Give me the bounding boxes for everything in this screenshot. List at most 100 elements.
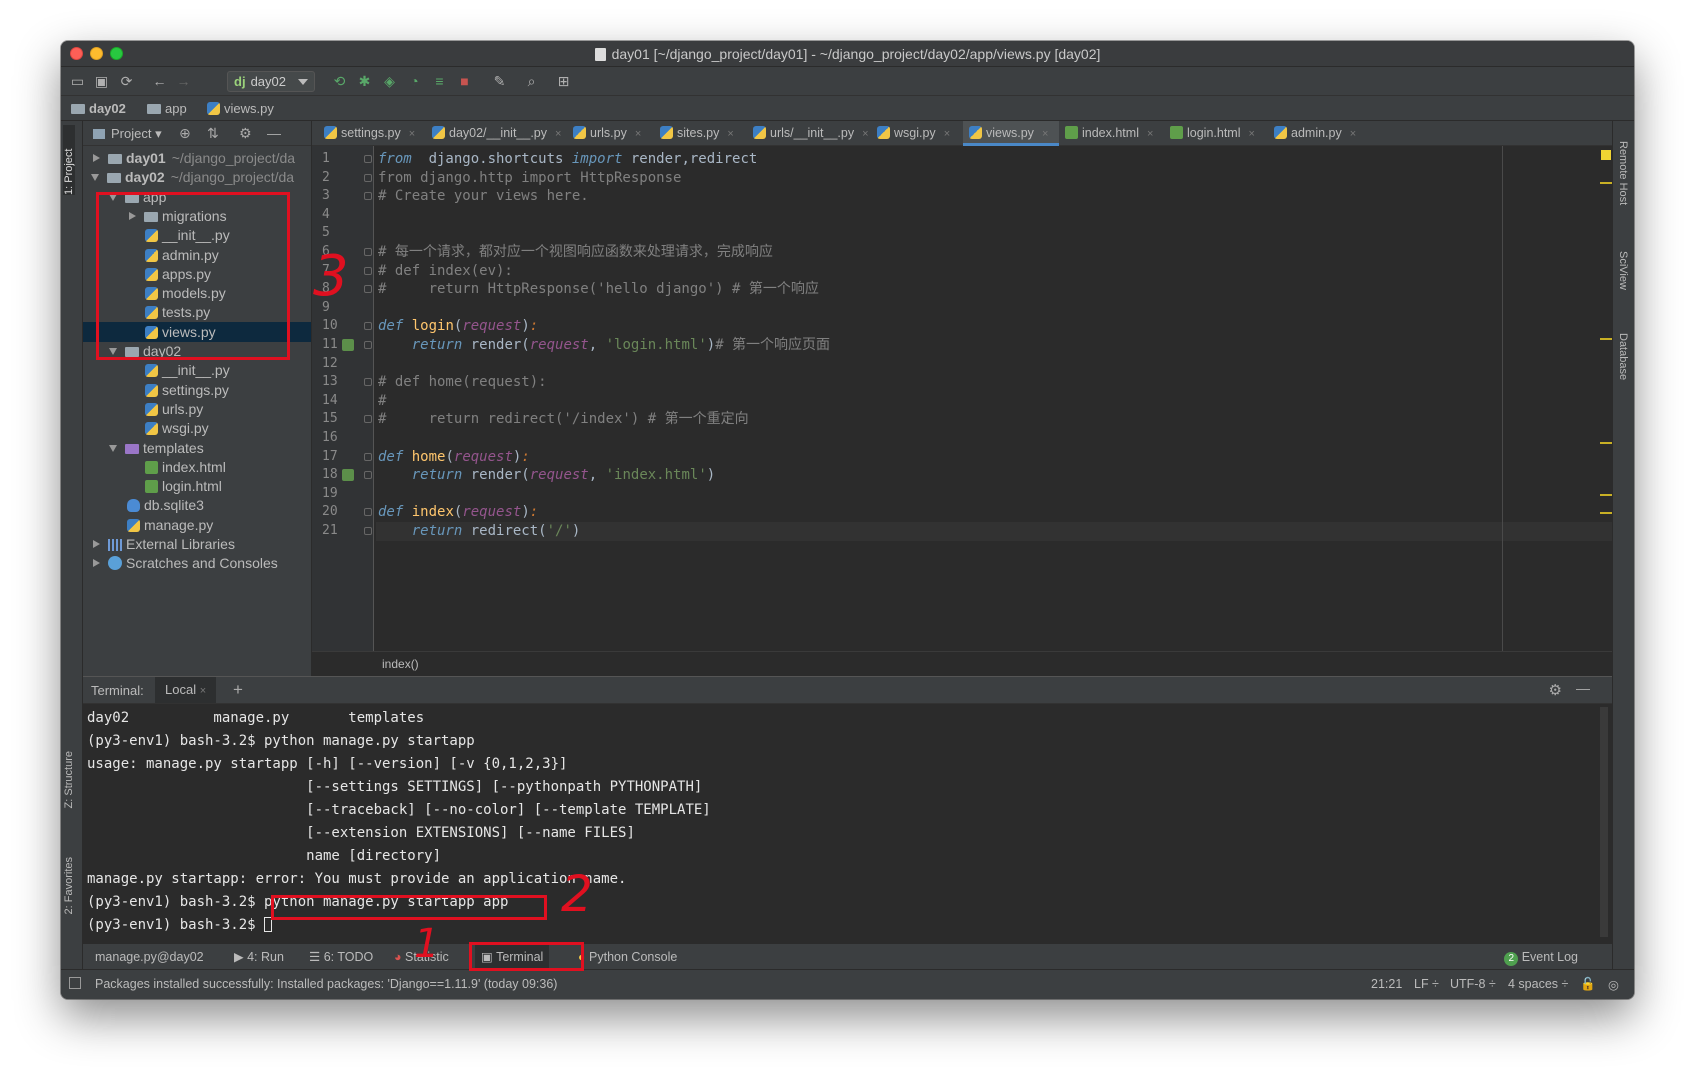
tree-item-scratches-and-consoles[interactable]: Scratches and Consoles — [83, 553, 311, 573]
tree-item-login-html[interactable]: login.html — [83, 476, 311, 496]
lock-icon[interactable]: 🔓 — [1580, 977, 1596, 992]
fold-marker-icon[interactable] — [364, 266, 372, 275]
wrench-settings-icon[interactable]: ✎ — [491, 73, 508, 90]
code-line[interactable]: def index(request): — [376, 503, 1612, 522]
code-line[interactable]: # return HttpResponse('hello django') # … — [376, 280, 1612, 299]
fold-marker-icon[interactable] — [364, 415, 372, 424]
fold-marker-icon[interactable] — [364, 378, 372, 387]
tool-python-console[interactable]: ◐ Python Console — [572, 944, 683, 970]
new-session-plus-icon[interactable]: + — [233, 680, 243, 700]
caret-position[interactable]: 21:21 — [1371, 977, 1402, 991]
gear-icon[interactable]: ⚙ — [239, 125, 252, 142]
editor-tab-day02-init-py[interactable]: day02/__init__.py × — [426, 121, 567, 146]
run-gutter-icon[interactable] — [342, 339, 354, 351]
error-stripe[interactable] — [1598, 146, 1612, 651]
chevron-right-icon[interactable] — [93, 154, 100, 162]
fold-marker-icon[interactable] — [364, 527, 372, 535]
code-line[interactable] — [376, 299, 1612, 318]
stop-icon[interactable]: ■ — [456, 73, 473, 90]
code-line[interactable]: # def index(ev): — [376, 262, 1612, 281]
tree-item--init-py[interactable]: __init__.py — [83, 360, 311, 380]
close-tab-icon[interactable]: × — [409, 128, 415, 140]
editor-tab-sites-py[interactable]: sites.py × — [654, 121, 747, 146]
debug-bug-icon[interactable]: ✱ — [356, 73, 373, 90]
hide-panel-icon[interactable]: — — [267, 125, 281, 141]
close-tab-icon[interactable]: × — [1147, 128, 1153, 140]
line-separator-select[interactable]: LF ÷ — [1414, 977, 1439, 991]
chevron-down-icon[interactable] — [109, 444, 117, 452]
collapse-all-icon[interactable]: ⇅ — [207, 125, 219, 142]
chevron-down-icon[interactable] — [91, 174, 99, 182]
profile-icon[interactable]: ◔ — [406, 73, 423, 90]
sciview-tool-tab[interactable]: SciView — [1617, 251, 1629, 290]
terminal-scrollbar[interactable] — [1600, 707, 1608, 937]
back-arrow-icon[interactable]: ← — [151, 73, 168, 90]
code-line[interactable]: # — [376, 392, 1612, 411]
editor-tab-admin-py[interactable]: admin.py × — [1268, 121, 1356, 146]
run-configuration-select[interactable]: dj day02 — [227, 71, 315, 92]
code-line[interactable] — [376, 429, 1612, 448]
code-line[interactable]: # return redirect('/index') # 第一个重定向 — [376, 410, 1612, 429]
code-line[interactable]: # Create your views here. — [376, 187, 1612, 206]
fold-marker-icon[interactable] — [364, 452, 372, 461]
fold-marker-icon[interactable] — [364, 192, 372, 201]
fold-marker-icon[interactable] — [364, 155, 372, 163]
run-gutter-icon[interactable] — [342, 469, 354, 482]
tool-event-log[interactable]: 2 Event Log — [1498, 944, 1584, 970]
code-line[interactable] — [376, 206, 1612, 225]
rerun-icon[interactable]: ⟲ — [331, 73, 348, 90]
fold-marker-icon[interactable] — [364, 508, 372, 517]
tree-item-manage-py[interactable]: manage.py — [83, 515, 311, 535]
close-tab-icon[interactable]: × — [1042, 128, 1048, 140]
tree-item-day01[interactable]: day01 ~/django_project/da — [83, 148, 311, 168]
close-tab-icon[interactable]: × — [635, 128, 641, 140]
toggle-tool-windows-icon[interactable] — [69, 977, 81, 989]
tree-item-urls-py[interactable]: urls.py — [83, 399, 311, 419]
close-tab-icon[interactable]: × — [862, 128, 868, 140]
breadcrumb-day02[interactable]: day02 — [71, 101, 126, 116]
fold-marker-icon[interactable] — [364, 173, 372, 182]
remote-host-tool-tab[interactable]: Remote Host — [1617, 141, 1629, 205]
tree-item-templates[interactable]: templates — [83, 438, 311, 458]
save-all-icon[interactable]: ▣ — [93, 73, 110, 90]
fold-marker-icon[interactable] — [364, 341, 372, 349]
tool-manage-py[interactable]: manage.py@day02 — [89, 944, 210, 970]
tree-item-wsgi-py[interactable]: wsgi.py — [83, 418, 311, 438]
project-view-select[interactable]: Project ▾ — [93, 126, 162, 142]
structure-tool-tab[interactable]: Z: Structure — [63, 751, 75, 808]
warning-indicator-icon[interactable] — [1601, 150, 1611, 160]
code-line[interactable]: return redirect('/') — [376, 522, 1612, 541]
fold-marker-icon[interactable] — [364, 471, 372, 480]
tree-item-external-libraries[interactable]: External Libraries — [83, 534, 311, 554]
close-tab-icon[interactable]: × — [200, 685, 206, 697]
chevron-right-icon[interactable] — [93, 540, 100, 548]
run-concurrency-icon[interactable]: ≡ — [431, 73, 448, 90]
breadcrumb-app[interactable]: app — [147, 101, 187, 116]
run-coverage-icon[interactable]: ◈ — [381, 73, 398, 90]
tree-item-db-sqlite3[interactable]: db.sqlite3 — [83, 495, 311, 515]
locate-file-icon[interactable]: ⊕ — [179, 125, 191, 142]
code-area[interactable]: from django.shortcuts import render,redi… — [376, 146, 1612, 651]
code-line[interactable] — [376, 224, 1612, 243]
close-tab-icon[interactable]: × — [727, 128, 733, 140]
gear-icon[interactable]: ⚙ — [1549, 681, 1562, 699]
inspector-icon[interactable]: ◎ — [1608, 977, 1619, 992]
forward-arrow-icon[interactable]: → — [175, 73, 192, 90]
editor-tab-urls-py[interactable]: urls.py × — [567, 121, 654, 146]
close-tab-icon[interactable]: × — [1249, 128, 1255, 140]
editor-tab-views-py[interactable]: views.py × — [963, 121, 1059, 146]
editor-tab-login-html[interactable]: login.html × — [1164, 121, 1268, 146]
tree-item-index-html[interactable]: index.html — [83, 457, 311, 477]
tool-todo[interactable]: ☰ 6: TODO — [303, 944, 379, 970]
code-line[interactable]: return render(request, 'index.html') — [376, 466, 1612, 485]
close-tab-icon[interactable]: × — [944, 128, 950, 140]
editor-tab-urls-init-py[interactable]: urls/__init__.py × — [747, 121, 871, 146]
open-folder-icon[interactable]: ▭ — [69, 73, 86, 90]
tool-run[interactable]: ▶ 4: Run — [228, 944, 290, 970]
close-tab-icon[interactable]: × — [555, 128, 561, 140]
code-line[interactable] — [376, 485, 1612, 504]
editor-tab-index-html[interactable]: index.html × — [1059, 121, 1164, 146]
code-line[interactable]: # 每一个请求，都对应一个视图响应函数来处理请求，完成响应 — [376, 243, 1612, 262]
tree-item-day02[interactable]: day02 ~/django_project/da — [83, 167, 311, 187]
fold-marker-icon[interactable] — [364, 285, 372, 294]
